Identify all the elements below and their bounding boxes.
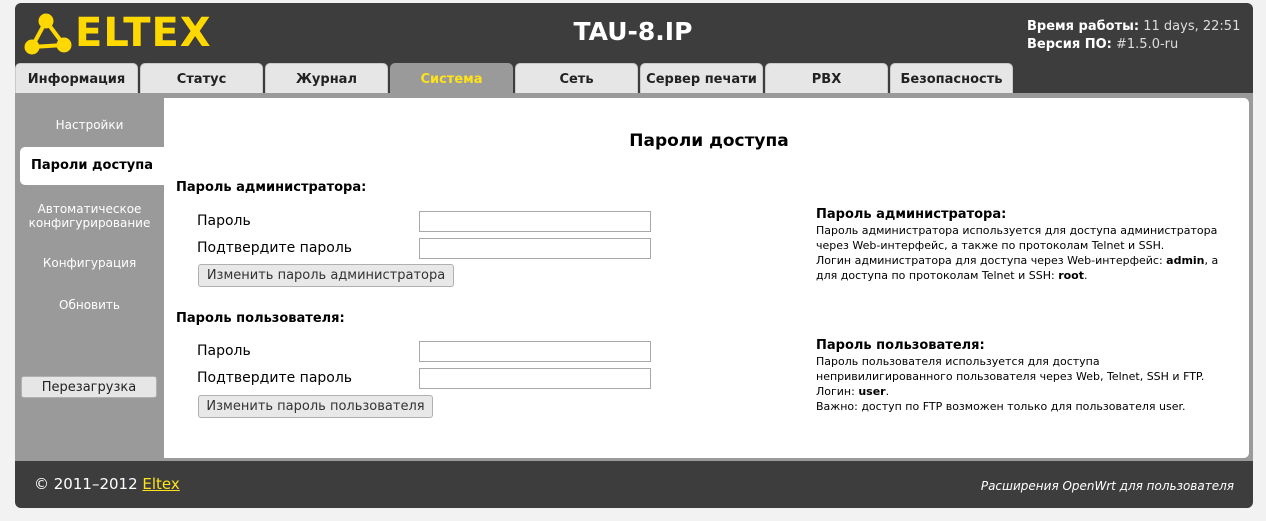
sidebar: Настройки Пароли доступа Автоматическое … bbox=[15, 98, 164, 458]
change-admin-password-button[interactable]: Изменить пароль администратора bbox=[198, 264, 454, 287]
user-help-line3-text: Логин: bbox=[816, 385, 859, 398]
admin-password-label: Пароль bbox=[197, 213, 251, 229]
openwrt-extensions: Расширения OpenWrt для пользователя bbox=[980, 479, 1234, 493]
sidebar-item-configuration[interactable]: Конфигурация bbox=[15, 256, 164, 270]
page-title: Пароли доступа bbox=[629, 131, 789, 151]
admin-help-title: Пароль администратора: bbox=[816, 207, 1007, 222]
tab-security[interactable]: Безопасность bbox=[890, 63, 1013, 93]
admin-password-input[interactable] bbox=[419, 211, 651, 232]
tab-print-server[interactable]: Сервер печати bbox=[640, 63, 763, 93]
admin-section-title: Пароль администратора: bbox=[176, 180, 367, 195]
admin-help-line3-text: Логин администратора для доступа через W… bbox=[816, 254, 1167, 267]
sidebar-item-autoconfig[interactable]: Автоматическое конфигурирование bbox=[15, 202, 164, 230]
user-section-title: Пароль пользователя: bbox=[176, 311, 345, 326]
main-tabs: Информация Статус Журнал Система Сеть Се… bbox=[15, 63, 1253, 93]
user-confirm-label: Подтвердите пароль bbox=[197, 370, 353, 386]
admin-help-line2: через Web-интерфейс, а также по протокол… bbox=[816, 239, 1165, 252]
user-help: Пароль пользователя: Пароль пользователя… bbox=[816, 338, 1236, 414]
user-password-input[interactable] bbox=[419, 341, 651, 362]
admin-login-ssh: root bbox=[1058, 269, 1085, 282]
system-info: Время работы: 11 days, 22:51 Версия ПО: … bbox=[1027, 18, 1240, 54]
admin-help-line3: Логин администратора для доступа через W… bbox=[816, 253, 1236, 268]
admin-help: Пароль администратора: Пароль администра… bbox=[816, 207, 1236, 283]
eltex-link[interactable]: Eltex bbox=[142, 475, 179, 493]
admin-help-line4-end: . bbox=[1084, 269, 1088, 282]
tab-log[interactable]: Журнал bbox=[265, 63, 388, 93]
admin-help-line4-text: для доступа по протоколам Telnet и SSH: bbox=[816, 269, 1059, 282]
admin-login-web: admin bbox=[1166, 254, 1205, 267]
admin-confirm-label: Подтвердите пароль bbox=[197, 240, 353, 256]
admin-help-line3-end: , а bbox=[1204, 254, 1219, 267]
uptime-value: 11 days, 22:51 bbox=[1143, 19, 1241, 34]
change-user-password-button[interactable]: Изменить пароль пользователя bbox=[198, 395, 433, 418]
user-help-line1: Пароль пользователя используется для дос… bbox=[816, 355, 1100, 368]
sidebar-item-settings[interactable]: Настройки bbox=[15, 118, 164, 132]
user-help-line2: непривилигированного пользователя через … bbox=[816, 370, 1205, 383]
user-help-line3-end: . bbox=[885, 385, 890, 398]
sidebar-item-passwords[interactable]: Пароли доступа bbox=[20, 147, 164, 185]
version-value: #1.5.0-ru bbox=[1116, 37, 1179, 52]
user-help-line4: Важно: доступ по FTP возможен только для… bbox=[816, 400, 1186, 413]
admin-help-line4: для доступа по протоколам Telnet и SSH: … bbox=[816, 268, 1236, 283]
tab-network[interactable]: Сеть bbox=[515, 63, 638, 93]
tab-pbx[interactable]: PBX bbox=[765, 63, 888, 93]
user-help-title: Пароль пользователя: bbox=[816, 338, 985, 353]
uptime-label: Время работы: bbox=[1027, 19, 1140, 34]
admin-confirm-input[interactable] bbox=[419, 238, 651, 259]
admin-help-line1: Пароль администратора используется для д… bbox=[816, 224, 1218, 237]
user-login: user bbox=[858, 385, 886, 398]
tab-status[interactable]: Статус bbox=[140, 63, 263, 93]
user-password-label: Пароль bbox=[197, 343, 251, 359]
reboot-button[interactable]: Перезагрузка bbox=[21, 376, 157, 398]
tab-info[interactable]: Информация bbox=[15, 63, 138, 93]
copyright-text: © 2011–2012 bbox=[34, 475, 143, 493]
copyright: © 2011–2012 Eltex bbox=[34, 474, 180, 494]
user-help-line3: Логин: user. bbox=[816, 384, 1236, 399]
user-confirm-input[interactable] bbox=[419, 368, 651, 389]
sidebar-item-update[interactable]: Обновить bbox=[15, 298, 164, 312]
version-label: Версия ПО: bbox=[1027, 37, 1112, 52]
tab-system[interactable]: Система bbox=[390, 63, 513, 93]
